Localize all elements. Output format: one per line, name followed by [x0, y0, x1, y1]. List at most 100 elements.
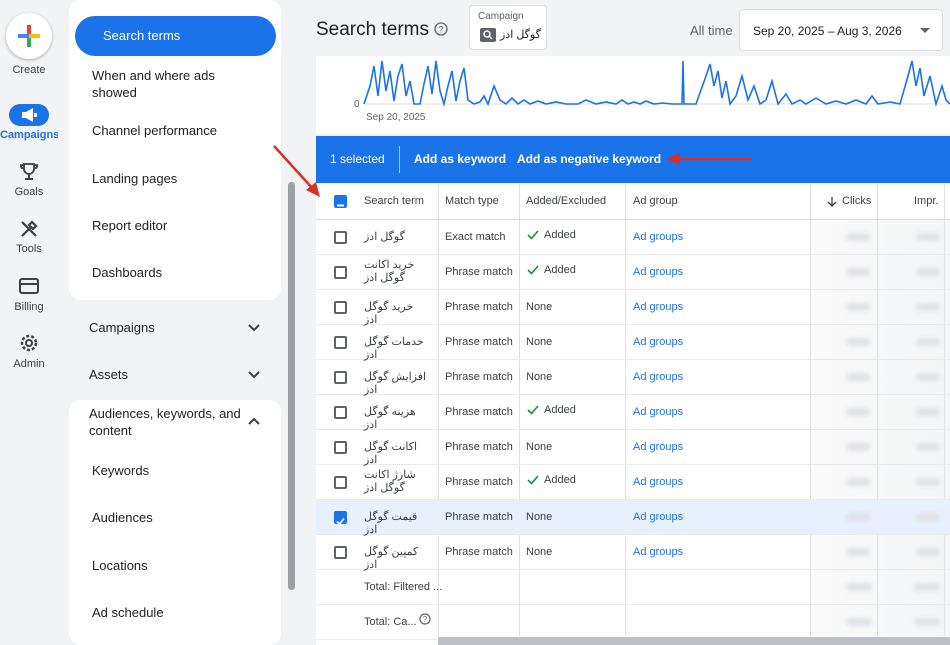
- column-header-search-term[interactable]: Search term: [364, 195, 424, 207]
- horizontal-scrollbar[interactable]: [438, 637, 950, 645]
- table-row[interactable]: خرید اکانت گوگل ادز Phrase match Added Ad g…: [316, 255, 950, 290]
- section-assets[interactable]: Assets: [89, 366, 128, 383]
- match-type-cell: Phrase match: [445, 301, 513, 313]
- admin-label: Admin: [13, 358, 45, 370]
- column-header-added-excluded[interactable]: Added/Excluded: [526, 195, 606, 207]
- left-rail: Create Campaigns Goals Tools Billing Adm…: [0, 0, 59, 645]
- sort-down-arrow-icon[interactable]: [827, 196, 837, 208]
- sidebar-item-ad-schedule[interactable]: Ad schedule: [92, 604, 242, 621]
- match-type-cell: Phrase match: [445, 441, 513, 453]
- table-row[interactable]: هزینه گوگل ادز Phrase match Added Ad groups: [316, 395, 950, 431]
- ad-group-link[interactable]: Ad groups: [633, 266, 683, 279]
- search-term-cell: هزینه گوگل ادز: [364, 406, 416, 431]
- row-checkbox[interactable]: [334, 476, 347, 489]
- ad-group-link[interactable]: Ad groups: [633, 441, 683, 454]
- search-term-cell: خرید گوگل ادز: [364, 301, 414, 326]
- selected-count: 1 selected: [330, 152, 385, 166]
- blurred-value: [916, 268, 940, 276]
- table-row[interactable]: خدمات گوگل ادز Phrase match None Ad groups: [316, 325, 950, 361]
- checkmark-icon: [527, 265, 539, 275]
- row-checkbox[interactable]: [334, 231, 347, 244]
- added-excluded-cell: Added: [544, 474, 576, 486]
- sidebar-item-dashboards[interactable]: Dashboards: [92, 264, 242, 281]
- sidebar-item-channel-performance[interactable]: Channel performance: [92, 122, 242, 139]
- campaign-chip-value: گوگل ادز: [500, 29, 541, 41]
- sidebar-item-search-terms[interactable]: Search terms: [75, 16, 276, 56]
- sidebar-item-landing-pages[interactable]: Landing pages: [92, 170, 242, 187]
- create-button[interactable]: [6, 13, 52, 59]
- dropdown-caret-icon: [920, 28, 930, 33]
- ad-group-link[interactable]: Ad groups: [633, 476, 683, 489]
- table-row[interactable]: گوگل ادز Exact match Added Ad groups: [316, 220, 950, 255]
- campaigns-nav-button[interactable]: [9, 104, 49, 126]
- row-checkbox[interactable]: [334, 266, 347, 279]
- date-range-picker[interactable]: Sep 20, 2025 – Aug 3, 2026: [739, 9, 943, 51]
- column-header-clicks[interactable]: Clicks: [842, 195, 871, 207]
- row-checkbox[interactable]: [334, 441, 347, 454]
- table-row[interactable]: خرید گوگل ادز Phrase match None Ad groups: [316, 290, 950, 326]
- sidebar-item-when-where[interactable]: When and where ads showed: [92, 67, 242, 101]
- sidebar: Search terms When and where ads showed C…: [58, 0, 288, 645]
- table-row[interactable]: قیمت گوگل ادز Phrase match None Ad groups: [316, 500, 950, 536]
- campaign-filter-chip[interactable]: Campaign گوگل ادز: [469, 5, 547, 50]
- table-row[interactable]: شارژ اکانت گوگل ادز Phrase match Added Ad g…: [316, 465, 950, 500]
- total-filtered-label: Total: Filtered ...: [364, 581, 443, 593]
- table-row[interactable]: اکانت گوگل ادز Phrase match None Ad groups: [316, 430, 950, 466]
- search-term-cell: افزایش گوگل ادز: [364, 371, 427, 396]
- add-as-keyword-button[interactable]: Add as keyword: [414, 152, 506, 166]
- row-checkbox[interactable]: [334, 511, 347, 526]
- section-audiences-keywords-content[interactable]: Audiences, keywords, and content: [89, 405, 249, 439]
- blurred-value: [846, 268, 870, 276]
- credit-card-icon[interactable]: [17, 274, 41, 298]
- section-campaigns[interactable]: Campaigns: [89, 319, 155, 336]
- search-term-cell: گوگل ادز: [364, 231, 405, 243]
- row-checkbox[interactable]: [334, 371, 347, 384]
- help-icon[interactable]: ?: [434, 22, 448, 36]
- chevron-down-icon[interactable]: [247, 368, 261, 382]
- blurred-value: [846, 548, 870, 556]
- sidebar-item-label: Search terms: [103, 28, 181, 43]
- sidebar-item-audiences[interactable]: Audiences: [92, 509, 242, 526]
- row-checkbox[interactable]: [334, 336, 347, 349]
- tools-icon[interactable]: [17, 217, 41, 241]
- select-all-checkbox[interactable]: [334, 195, 347, 208]
- sidebar-item-keywords[interactable]: Keywords: [92, 462, 242, 479]
- row-checkbox[interactable]: [334, 301, 347, 314]
- divider: [399, 146, 400, 173]
- blurred-value: [916, 373, 940, 381]
- checkmark-icon: [527, 230, 539, 240]
- row-checkbox[interactable]: [334, 546, 347, 559]
- add-as-negative-keyword-button[interactable]: Add as negative keyword: [517, 152, 661, 166]
- ad-group-link[interactable]: Ad groups: [633, 406, 683, 419]
- column-header-ad-group[interactable]: Ad group: [633, 195, 678, 207]
- chevron-up-icon[interactable]: [247, 414, 261, 428]
- search-terms-table: Search term Match type Added/Excluded Ad…: [316, 184, 950, 645]
- svg-text:?: ?: [438, 25, 443, 35]
- sidebar-item-locations[interactable]: Locations: [92, 557, 242, 574]
- match-type-cell: Phrase match: [445, 406, 513, 418]
- table-row[interactable]: کمپین گوگل ادز Phrase match None Ad groups: [316, 535, 950, 571]
- ad-group-link[interactable]: Ad groups: [633, 546, 683, 559]
- ad-group-link[interactable]: Ad groups: [633, 511, 683, 524]
- row-checkbox[interactable]: [334, 406, 347, 419]
- table-row[interactable]: افزایش گوگل ادز Phrase match None Ad groups: [316, 360, 950, 396]
- sidebar-item-report-editor[interactable]: Report editor: [92, 217, 242, 234]
- column-header-match-type[interactable]: Match type: [445, 195, 499, 207]
- blurred-value: [916, 478, 940, 486]
- blurred-value: [916, 303, 940, 311]
- blurred-value: [916, 548, 940, 556]
- search-campaign-icon: [480, 28, 496, 42]
- sidebar-scrollbar[interactable]: [288, 182, 295, 590]
- trophy-icon[interactable]: [17, 160, 41, 184]
- annotation-arrow-icon: [666, 153, 752, 165]
- blurred-value: [916, 338, 940, 346]
- help-icon[interactable]: ?: [419, 613, 431, 625]
- column-header-impr[interactable]: Impr.: [914, 195, 938, 207]
- search-term-cell: خرید اکانت گوگل ادز: [364, 259, 415, 284]
- ad-group-link[interactable]: Ad groups: [633, 231, 683, 244]
- chevron-down-icon[interactable]: [247, 321, 261, 335]
- ad-group-link[interactable]: Ad groups: [633, 301, 683, 314]
- ad-group-link[interactable]: Ad groups: [633, 336, 683, 349]
- ad-group-link[interactable]: Ad groups: [633, 371, 683, 384]
- gear-icon[interactable]: [17, 331, 41, 355]
